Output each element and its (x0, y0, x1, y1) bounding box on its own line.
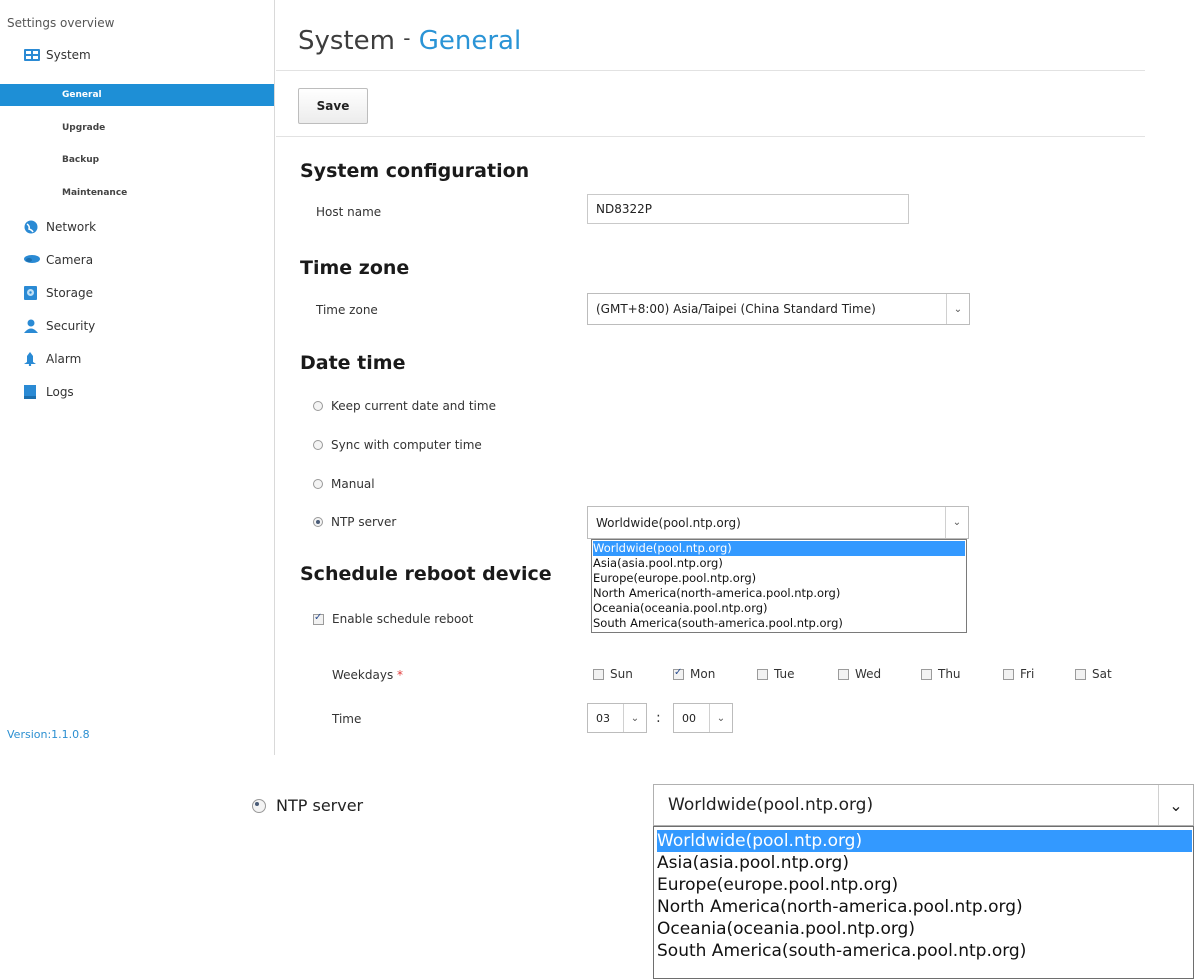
globe-icon (24, 220, 38, 234)
time-zone-label: Time zone (316, 303, 378, 317)
dropdown-option[interactable]: South America(south-america.pool.ntp.org… (657, 940, 1192, 962)
time-separator: : (656, 710, 661, 726)
zoom-ntp-select[interactable]: Worldwide(pool.ntp.org) ⌄ (653, 784, 1194, 826)
dropdown-option[interactable]: Worldwide(pool.ntp.org) (593, 541, 965, 556)
sidebar-item-system[interactable]: System (0, 40, 274, 70)
sidebar-sub-backup[interactable]: Backup (0, 149, 274, 171)
dropdown-option[interactable]: North America(north-america.pool.ntp.org… (593, 586, 965, 601)
user-icon (24, 319, 38, 333)
divider (276, 136, 1145, 137)
dropdown-option[interactable]: South America(south-america.pool.ntp.org… (593, 616, 965, 631)
sidebar-item-label: Security (46, 319, 96, 333)
weekday-thu[interactable]: Thu (921, 667, 961, 681)
checkbox[interactable] (757, 668, 768, 680)
logs-icon (24, 385, 38, 399)
weekday-wed[interactable]: Wed (838, 667, 881, 681)
time-zone-select[interactable]: (GMT+8:00) Asia/Taipei (China Standard T… (587, 293, 970, 325)
host-name-label: Host name (316, 205, 382, 219)
radio-button[interactable] (252, 798, 266, 813)
weekdays-label: Weekdays * (332, 668, 404, 682)
radio-keep-current[interactable]: Keep current date and time (313, 399, 496, 413)
time-zone-heading: Time zone (300, 257, 410, 279)
radio-button[interactable] (313, 401, 323, 411)
sidebar-item-storage[interactable]: Storage (0, 278, 274, 308)
dropdown-option[interactable]: North America(north-america.pool.ntp.org… (657, 896, 1192, 918)
chevron-down-icon: ⌄ (945, 507, 968, 538)
checkbox[interactable] (1075, 668, 1086, 680)
zoom-ntp-radio[interactable]: NTP server (252, 796, 363, 815)
time-label: Time (332, 712, 362, 726)
weekday-mon[interactable]: Mon (673, 667, 715, 681)
chevron-down-icon: ⌄ (709, 704, 732, 732)
radio-button[interactable] (313, 479, 323, 489)
sidebar-title: Settings overview (7, 16, 115, 30)
sidebar-item-label: Logs (46, 385, 74, 399)
sidebar-item-label: Alarm (46, 352, 82, 366)
storage-icon (24, 286, 38, 300)
dropdown-option[interactable]: Asia(asia.pool.ntp.org) (593, 556, 965, 571)
weekday-sun[interactable]: Sun (593, 667, 633, 681)
version-label: Version:1.1.0.8 (7, 728, 90, 741)
checkbox[interactable] (1003, 668, 1014, 680)
sidebar-item-camera[interactable]: Camera (0, 245, 274, 275)
radio-sync-computer[interactable]: Sync with computer time (313, 438, 482, 452)
sidebar-item-logs[interactable]: Logs (0, 377, 274, 407)
checkbox[interactable] (838, 668, 849, 680)
weekday-fri[interactable]: Fri (1003, 667, 1034, 681)
radio-manual[interactable]: Manual (313, 477, 375, 491)
date-time-heading: Date time (300, 352, 406, 374)
required-mark: * (397, 668, 404, 682)
chevron-down-icon: ⌄ (946, 294, 969, 324)
page-title: System - General (298, 26, 522, 56)
checkbox[interactable] (921, 668, 932, 680)
dropdown-option[interactable]: Europe(europe.pool.ntp.org) (593, 571, 965, 586)
ntp-server-select[interactable]: Worldwide(pool.ntp.org) ⌄ (587, 506, 969, 539)
checkbox[interactable] (673, 667, 684, 680)
sidebar-item-label: System (46, 48, 91, 62)
hour-select[interactable]: 03 ⌄ (587, 703, 647, 733)
dropdown-option[interactable]: Worldwide(pool.ntp.org) (657, 830, 1192, 852)
sidebar-item-label: Network (46, 220, 97, 234)
divider (276, 70, 1145, 71)
sidebar-item-security[interactable]: Security (0, 311, 274, 341)
weekday-sat[interactable]: Sat (1075, 667, 1112, 681)
checkbox[interactable] (313, 612, 324, 625)
sidebar-sub-maintenance[interactable]: Maintenance (0, 182, 274, 204)
radio-ntp-server[interactable]: NTP server (313, 515, 396, 529)
dropdown-option[interactable]: Europe(europe.pool.ntp.org) (657, 874, 1192, 896)
sidebar-item-label: Storage (46, 286, 93, 300)
system-config-heading: System configuration (300, 160, 530, 182)
host-name-input[interactable] (587, 194, 909, 224)
radio-button[interactable] (313, 517, 323, 527)
dropdown-option[interactable]: Oceania(oceania.pool.ntp.org) (593, 601, 965, 616)
radio-button[interactable] (313, 440, 323, 450)
ntp-server-dropdown: Worldwide(pool.ntp.org) Asia(asia.pool.n… (591, 539, 967, 633)
checkbox[interactable] (593, 668, 604, 680)
weekday-tue[interactable]: Tue (757, 667, 795, 681)
enable-schedule-reboot[interactable]: Enable schedule reboot (313, 612, 473, 626)
camera-icon (24, 253, 40, 267)
save-button[interactable]: Save (298, 88, 368, 124)
sidebar-sub-general[interactable]: General (0, 84, 274, 106)
dropdown-option[interactable]: Oceania(oceania.pool.ntp.org) (657, 918, 1192, 940)
sidebar: Settings overview System General Upgrade… (0, 0, 275, 755)
dropdown-option[interactable]: Asia(asia.pool.ntp.org) (657, 852, 1192, 874)
zoom-ntp-dropdown: Worldwide(pool.ntp.org) Asia(asia.pool.n… (653, 826, 1194, 979)
chevron-down-icon: ⌄ (623, 704, 646, 732)
alarm-icon (24, 352, 38, 367)
sidebar-item-alarm[interactable]: Alarm (0, 344, 274, 374)
system-icon (24, 48, 40, 62)
chevron-down-icon: ⌄ (1158, 785, 1193, 825)
sidebar-item-label: Camera (46, 253, 94, 267)
minute-select[interactable]: 00 ⌄ (673, 703, 733, 733)
sidebar-item-network[interactable]: Network (0, 212, 274, 242)
sidebar-sub-upgrade[interactable]: Upgrade (0, 117, 274, 139)
schedule-reboot-heading: Schedule reboot device (300, 563, 552, 585)
